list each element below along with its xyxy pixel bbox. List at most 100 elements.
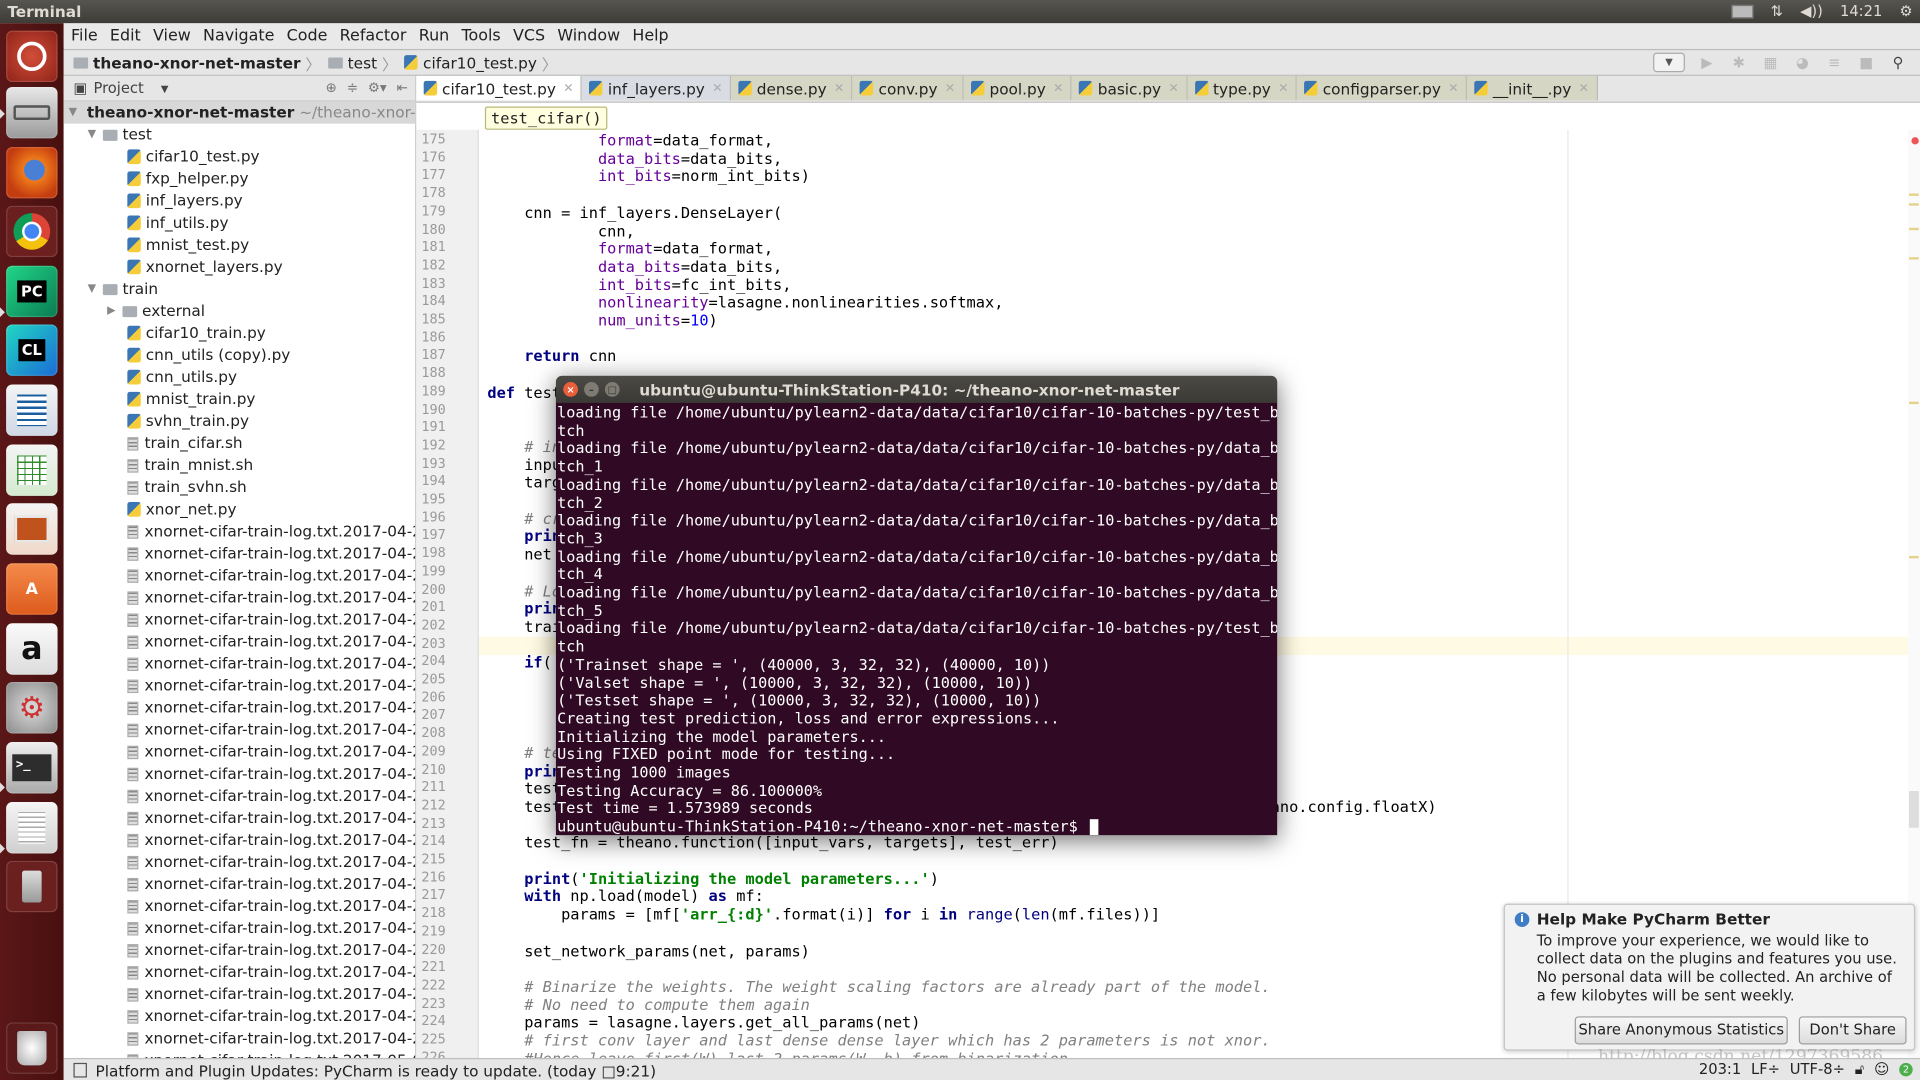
menu-help[interactable]: Help <box>632 26 668 44</box>
error-marker[interactable] <box>1911 137 1919 145</box>
terminal-titlebar[interactable]: × – □ ubuntu@ubuntu-ThinkStation-P410: ~… <box>555 375 1278 403</box>
close-tab-icon[interactable]: ✕ <box>1448 81 1458 94</box>
warning-marker[interactable] <box>1908 227 1919 231</box>
tree-folder-train[interactable]: ▼ train <box>64 278 159 300</box>
close-tab-icon[interactable]: ✕ <box>945 81 955 94</box>
tree-file[interactable]: xnornet-cifar-train-log.txt.2017-04-23_2 <box>64 609 415 631</box>
expand-arrow-icon[interactable]: ▼ <box>69 102 77 124</box>
terminal-icon[interactable]: >_ <box>6 742 58 794</box>
close-tab-icon[interactable]: ✕ <box>1168 81 1178 94</box>
tree-root[interactable]: ▼ theano-xnor-net-master~/theano-xnor-net… <box>63 101 416 124</box>
usb-drive-icon[interactable] <box>6 860 58 913</box>
code-line[interactable]: num_units=10) <box>487 311 718 329</box>
caret-position[interactable]: 203:1 <box>1699 1060 1741 1078</box>
tree-file[interactable]: xnornet-cifar-train-log.txt.2017-04-23_2 <box>64 917 415 939</box>
power-gear-icon[interactable]: ⚙ <box>1899 2 1912 19</box>
event-log-icon[interactable]: 2 <box>1899 1062 1913 1077</box>
code-line[interactable]: #Hence leave first(W) last 2 params(W, b… <box>487 1049 1068 1058</box>
tab-configparser-py[interactable]: configparser.py ✕ <box>1297 75 1468 101</box>
menu-edit[interactable]: Edit <box>110 26 141 44</box>
close-tab-icon[interactable]: ✕ <box>1579 81 1589 94</box>
breadcrumb-test[interactable]: test 〉 <box>328 51 397 74</box>
code-line[interactable]: # Binarize the weights. The weight scali… <box>487 977 1270 995</box>
close-tab-icon[interactable]: ✕ <box>1053 81 1063 94</box>
code-line[interactable]: int_bits=fc_int_bits, <box>487 275 792 293</box>
tab-init-py[interactable]: __init__.py ✕ <box>1467 75 1598 101</box>
close-icon[interactable]: × <box>563 382 578 397</box>
status-message[interactable]: Platform and Plugin Updates: PyCharm is … <box>96 1061 657 1079</box>
hide-icon[interactable]: ⇤ <box>396 80 407 96</box>
impress-icon[interactable] <box>6 503 58 555</box>
menu-navigate[interactable]: Navigate <box>203 26 274 44</box>
code-line[interactable]: print('Initializing the model parameters… <box>487 869 939 887</box>
menu-file[interactable]: File <box>71 26 98 44</box>
tree-file[interactable]: train_cifar.sh <box>64 432 243 454</box>
dash-icon[interactable] <box>6 30 58 83</box>
code-line[interactable]: params = [mf['arr_{:d}'.format(i)] for i… <box>487 905 1160 923</box>
tree-file[interactable]: xnornet-cifar-train-log.txt.2017-04-23_2 <box>64 983 415 1005</box>
tree-folder-external[interactable]: ▶ external <box>64 300 205 322</box>
tab-conv-py[interactable]: conv.py ✕ <box>852 75 964 101</box>
inspector-icon[interactable]: ☺︎ <box>1874 1060 1889 1078</box>
code-line[interactable]: with np.load(model) as mf: <box>487 887 764 905</box>
maximize-icon[interactable]: □ <box>604 382 620 397</box>
network-icon[interactable]: ⇅ <box>1771 2 1783 19</box>
tab-basic-py[interactable]: basic.py ✕ <box>1072 75 1188 101</box>
close-tab-icon[interactable]: ✕ <box>563 81 573 94</box>
code-line[interactable]: test_fn = theano.function([input_vars, t… <box>487 833 1058 851</box>
code-line[interactable]: cnn, <box>487 221 635 239</box>
tree-file[interactable]: cifar10_test.py <box>64 146 260 168</box>
menu-vcs[interactable]: VCS <box>513 26 545 44</box>
search-icon[interactable]: ⚲ <box>1888 54 1908 71</box>
code-line[interactable]: if( <box>487 653 552 671</box>
minimize-icon[interactable]: – <box>584 382 599 397</box>
tree-file[interactable]: fxp_helper.py <box>64 168 249 190</box>
tab-inf-layers-py[interactable]: inf_layers.py ✕ <box>582 75 732 101</box>
gear-icon[interactable]: ⚙▾ <box>368 80 387 96</box>
terminal-window[interactable]: × – □ ubuntu@ubuntu-ThinkStation-P410: ~… <box>555 375 1278 836</box>
code-line[interactable]: int_bits=norm_int_bits) <box>487 167 810 185</box>
tree-file[interactable]: cnn_utils.py <box>64 366 237 388</box>
dont-share-button[interactable]: Don't Share <box>1798 1016 1907 1045</box>
tree-file[interactable]: xnornet-cifar-train-log.txt.2017-04-23_2 <box>64 763 415 785</box>
warning-marker[interactable] <box>1908 555 1919 559</box>
code-line[interactable]: format=data_format, <box>487 131 773 149</box>
volume-icon[interactable]: ◀)) <box>1800 2 1823 19</box>
code-line[interactable]: set_network_params(net, params) <box>487 941 810 959</box>
debug-icon[interactable]: ✱ <box>1729 54 1749 71</box>
code-line[interactable]: net <box>487 545 552 563</box>
chrome-icon[interactable] <box>6 205 58 258</box>
tree-file[interactable]: xnornet-cifar-train-log.txt.2017-04-25_1 <box>64 1027 415 1049</box>
locate-icon[interactable]: ⊕ <box>326 80 337 96</box>
chevron-down-icon[interactable]: ▼ <box>161 83 169 94</box>
tree-file[interactable]: xnornet-cifar-train-log.txt.2017-04-23_2 <box>64 829 415 851</box>
clion-icon[interactable]: CL <box>6 324 58 376</box>
firefox-icon[interactable] <box>6 146 58 199</box>
file-encoding[interactable]: UTF-8÷ <box>1790 1060 1845 1078</box>
tree-file[interactable]: xnornet-cifar-train-log.txt.2017-04-23_2 <box>64 873 415 895</box>
tree-file[interactable]: xnornet-cifar-train-log.txt.2017-04-23_2 <box>64 697 415 719</box>
menu-refactor[interactable]: Refactor <box>340 26 407 44</box>
amazon-icon[interactable]: a <box>6 623 58 675</box>
expand-arrow-icon[interactable]: ▼ <box>86 278 98 300</box>
profile-icon[interactable]: ◕ <box>1793 54 1813 71</box>
tree-file[interactable]: inf_utils.py <box>64 212 229 234</box>
tree-file[interactable]: xnornet-cifar-train-log.txt.2017-04-23_1 <box>64 542 415 564</box>
calc-icon[interactable] <box>6 444 58 496</box>
tree-file[interactable]: xnornet-cifar-train-log.txt.2017-04-23_2 <box>64 675 415 697</box>
software-center-icon[interactable]: A <box>6 563 58 615</box>
menu-view[interactable]: View <box>153 26 191 44</box>
coverage-icon[interactable]: ▦ <box>1761 54 1781 71</box>
trash-icon[interactable] <box>6 1022 58 1074</box>
close-tab-icon[interactable]: ✕ <box>1278 81 1288 94</box>
code-line[interactable]: test <box>487 779 561 797</box>
warning-marker[interactable] <box>1908 203 1919 206</box>
tree-file[interactable]: xnornet-cifar-train-log.txt.2017-04-24_1 <box>64 1005 415 1027</box>
tree-file[interactable]: xnornet-cifar-train-log.txt.2017-04-23_2 <box>64 741 415 763</box>
toolwindow-toggle-icon[interactable] <box>73 1062 87 1078</box>
code-line[interactable]: nonlinearity=lasagne.nonlinearities.soft… <box>487 293 1003 311</box>
tree-file[interactable]: xnornet-cifar-train-log.txt.2017-04-23_2 <box>64 719 415 741</box>
function-breadcrumb[interactable]: test_cifar() <box>484 106 608 130</box>
terminal-prompt[interactable]: ubuntu@ubuntu-ThinkStation-P410:~/theano… <box>557 817 1276 836</box>
tab-pool-py[interactable]: pool.py ✕ <box>963 75 1073 101</box>
